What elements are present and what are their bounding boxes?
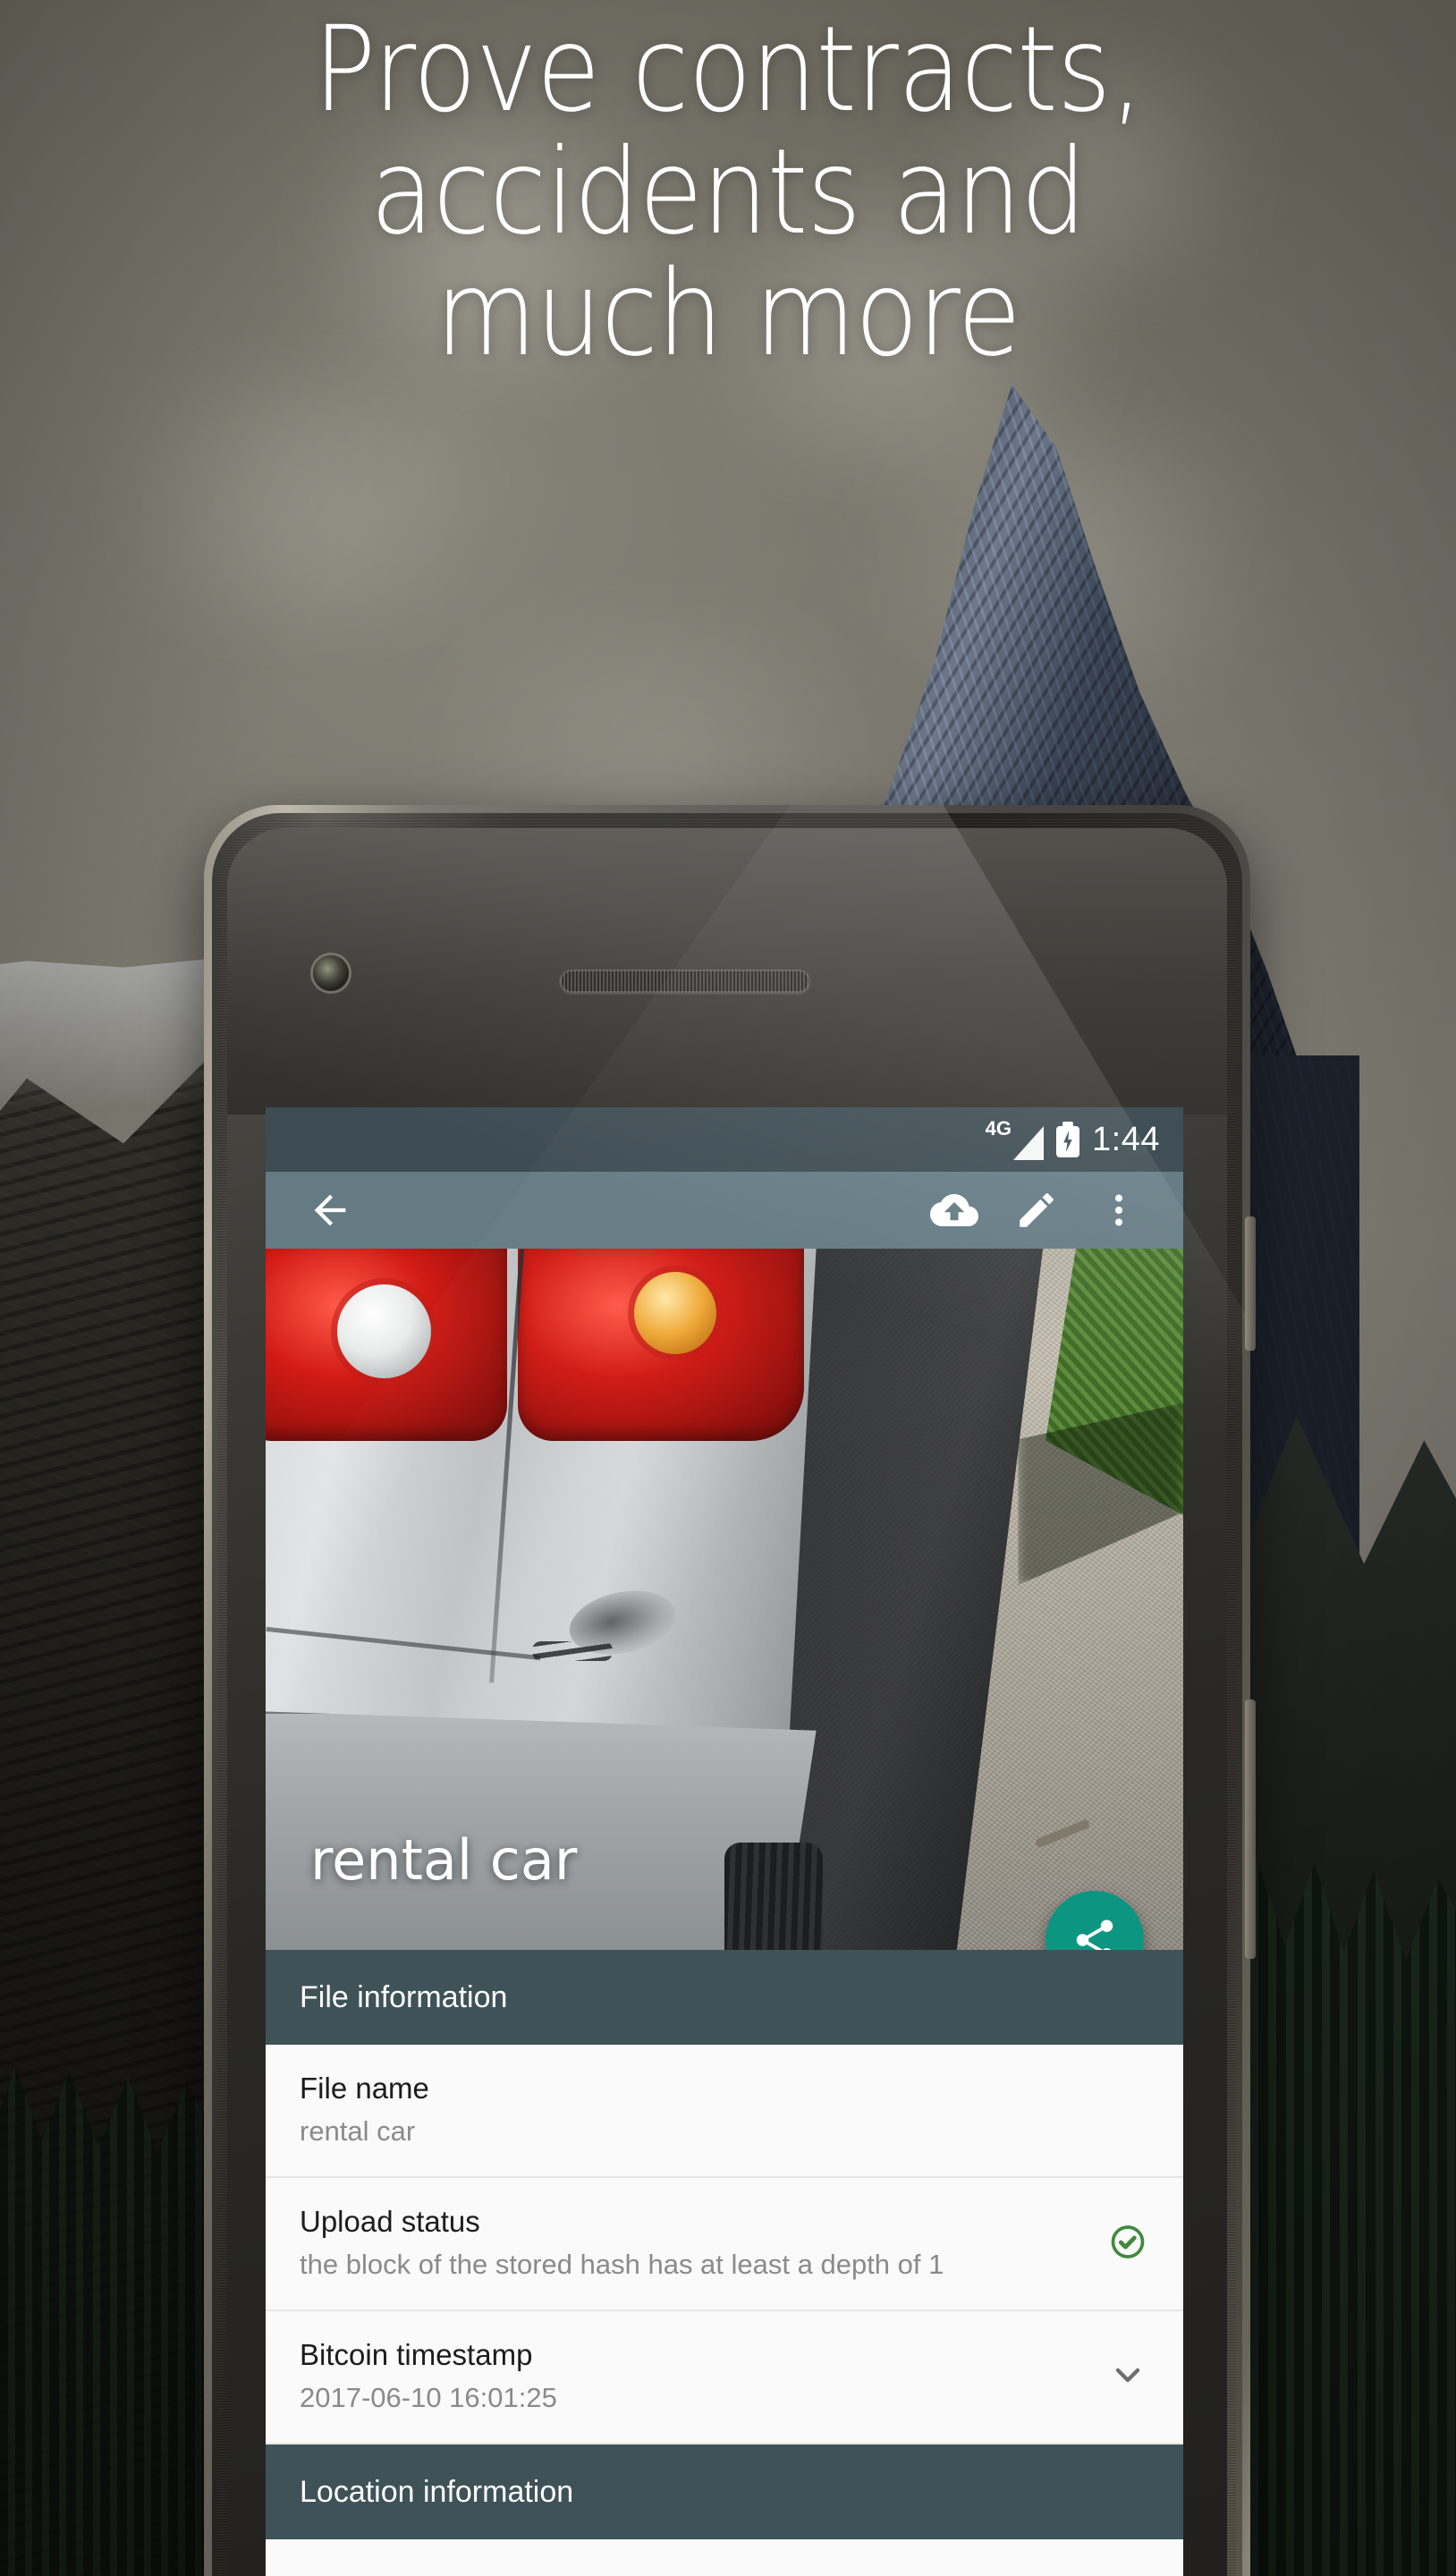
cloud-upload-icon[interactable]	[913, 1172, 995, 1249]
row-value: the block of the stored hash has at leas…	[300, 2249, 944, 2281]
battery-charging-icon	[1056, 1122, 1080, 1157]
row-label: File name	[300, 2072, 429, 2105]
headline-line-2: accidents and	[369, 123, 1087, 261]
phone-screen: 4G 1:44 rental car File information File…	[266, 1107, 1183, 2576]
row-bitcoin-timestamp[interactable]: Bitcoin timestamp 2017-06-10 16:01:25	[266, 2311, 1183, 2445]
front-camera-icon	[313, 955, 349, 991]
row-label: Upload status	[300, 2205, 480, 2238]
overflow-menu-icon[interactable]	[1078, 1172, 1160, 1249]
network-type-label: 4G	[985, 1117, 1012, 1140]
section-header-file-information: File information	[266, 1950, 1183, 2045]
row-value: 2017-06-10 16:01:25	[300, 2382, 557, 2414]
headline-line-3: much more	[435, 245, 1021, 384]
promo-headline: Prove contracts, accidents and much more	[88, 9, 1369, 376]
status-bar-clock: 1:44	[1092, 1120, 1160, 1158]
volume-rocker-button[interactable]	[1245, 1699, 1256, 1959]
signal-bars-icon: 4G	[985, 1117, 1045, 1160]
row-upload-status[interactable]: Upload status the block of the stored ha…	[266, 2178, 1183, 2311]
tail-light-right	[518, 1249, 804, 1441]
photo-preview[interactable]: rental car	[266, 1249, 1183, 1950]
car-damage-scuff	[531, 1641, 613, 1662]
phone-mockup: 4G 1:44 rental car File information File…	[204, 805, 1256, 2576]
car-wheel	[724, 1843, 823, 1950]
arrow-back-icon[interactable]	[289, 1172, 371, 1249]
app-toolbar	[266, 1172, 1183, 1249]
tail-light-left	[266, 1249, 507, 1441]
chevron-down-icon[interactable]	[1108, 2355, 1147, 2399]
power-button[interactable]	[1245, 1216, 1256, 1351]
headline-line-1: Prove contracts,	[313, 1, 1143, 139]
photo-caption: rental car	[310, 1827, 578, 1893]
row-value: rental car	[300, 2115, 416, 2148]
pencil-edit-icon[interactable]	[995, 1172, 1078, 1249]
row-file-name[interactable]: File name rental car	[266, 2045, 1183, 2178]
earpiece-speaker-icon	[560, 970, 810, 993]
section-header-location-information: Location information	[266, 2445, 1183, 2539]
status-bar: 4G 1:44	[266, 1107, 1183, 1172]
row-label: Bitcoin timestamp	[300, 2338, 533, 2371]
check-circle-icon	[1108, 2222, 1147, 2266]
